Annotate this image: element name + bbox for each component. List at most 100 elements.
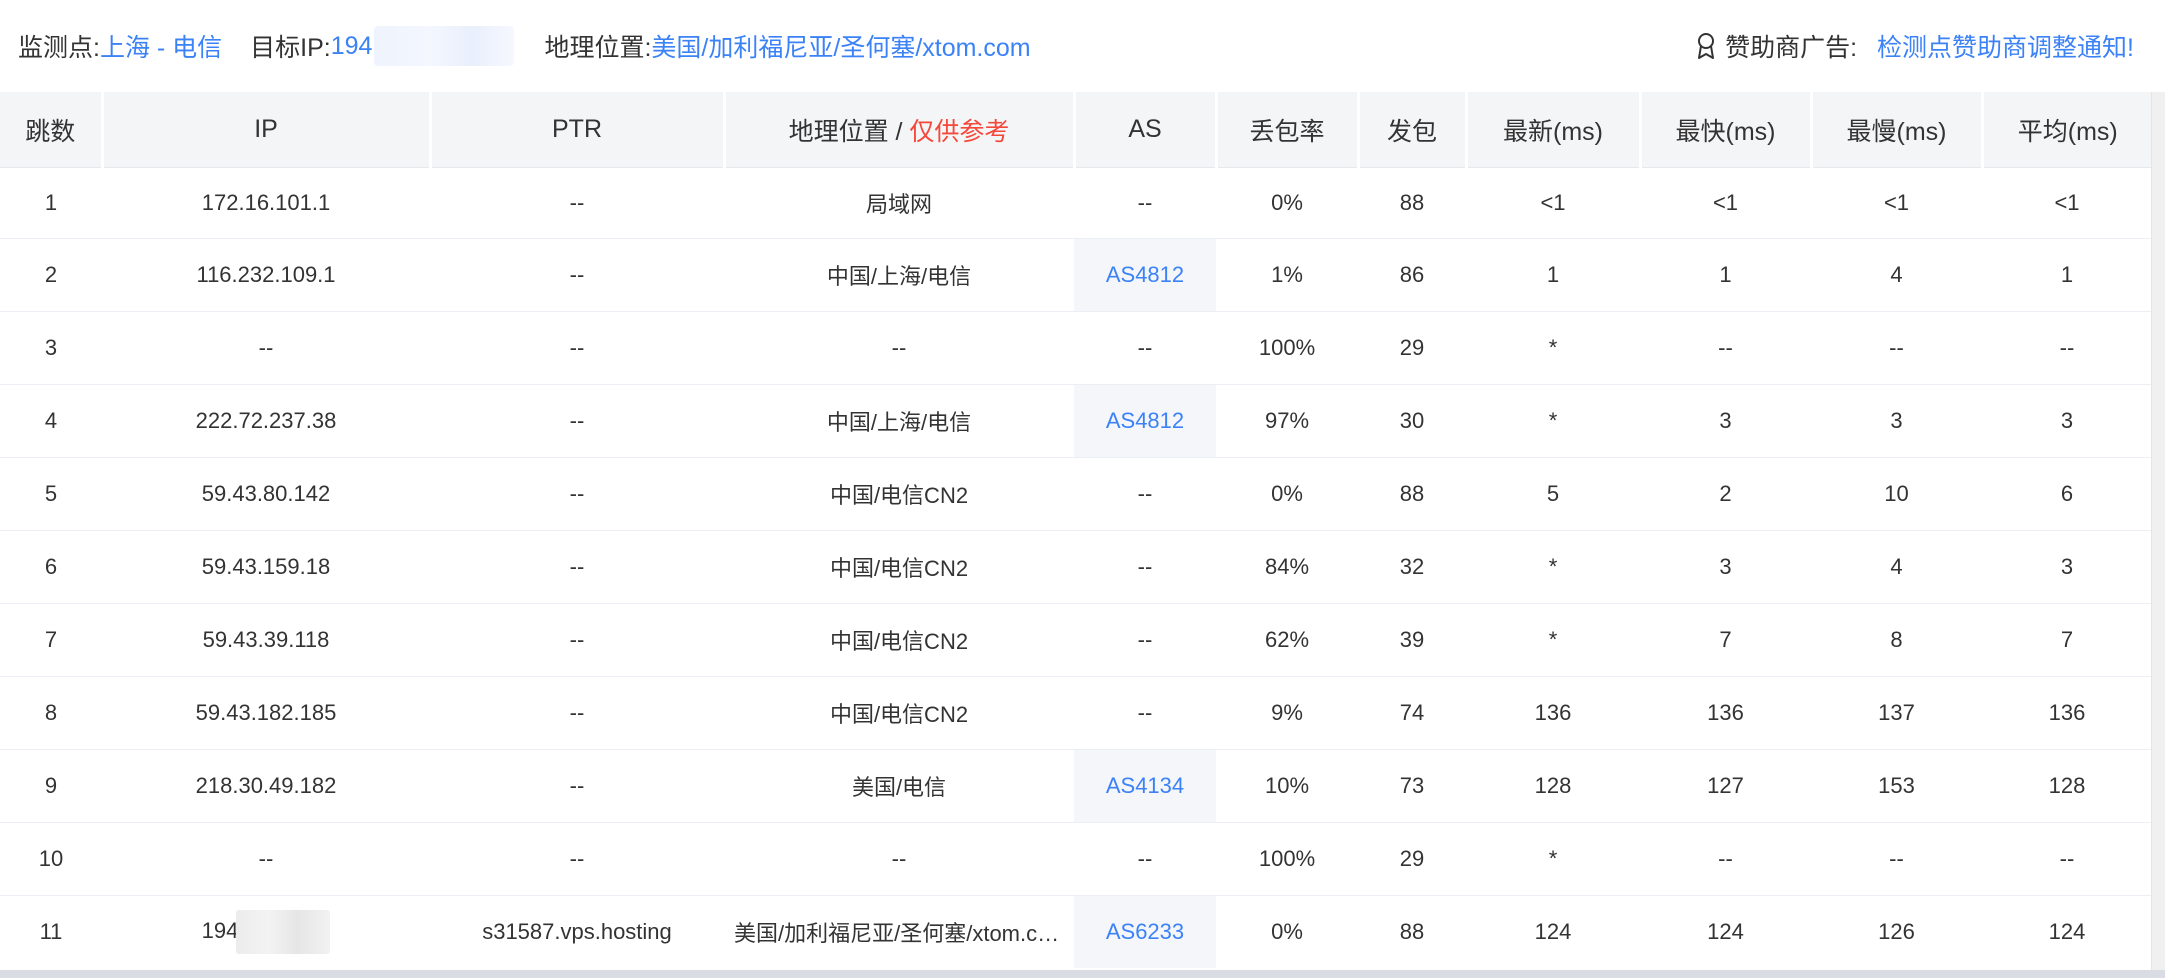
cell-ptr: -- bbox=[430, 457, 724, 531]
redacted-ip-blur bbox=[374, 26, 515, 66]
traceroute-table-container: 跳数 IP PTR 地理位置 / 仅供参考 AS 丢包率 发包 最新(ms) 最… bbox=[0, 92, 2152, 971]
cell-loss: 100% bbox=[1216, 311, 1358, 385]
cell-ptr: -- bbox=[430, 238, 724, 312]
vertical-scrollbar[interactable] bbox=[2151, 92, 2165, 970]
sponsor-label: 赞助商广告: bbox=[1725, 34, 1858, 62]
cell-worst: 4 bbox=[1811, 530, 1982, 604]
monitor-value-link[interactable]: 上海 - 电信 bbox=[100, 28, 222, 64]
cell-geo: 中国/上海/电信 bbox=[724, 384, 1074, 458]
cell-ptr: -- bbox=[430, 530, 724, 604]
table-row: 9 218.30.49.182 -- 美国/电信 AS4134 10% 73 1… bbox=[0, 749, 2152, 823]
geo-value-link[interactable]: 美国/加利福尼亚/圣何塞/xtom.com bbox=[651, 28, 1030, 64]
cell-avg: 6 bbox=[1982, 457, 2152, 531]
cell-geo: 中国/电信CN2 bbox=[724, 603, 1074, 677]
cell-last: * bbox=[1466, 311, 1640, 385]
cell-ip: 218.30.49.182 bbox=[102, 749, 430, 823]
col-ip: IP bbox=[102, 92, 432, 168]
cell-last: 1 bbox=[1466, 238, 1640, 312]
cell-worst: -- bbox=[1811, 311, 1982, 385]
cell-last: * bbox=[1466, 530, 1640, 604]
table-row: 8 59.43.182.185 -- 中国/电信CN2 -- 9% 74 136… bbox=[0, 676, 2152, 750]
cell-best: 2 bbox=[1640, 457, 1811, 531]
cell-loss: 97% bbox=[1216, 384, 1358, 458]
table-row: 7 59.43.39.118 -- 中国/电信CN2 -- 62% 39 * 7… bbox=[0, 603, 2152, 677]
traceroute-table: 跳数 IP PTR 地理位置 / 仅供参考 AS 丢包率 发包 最新(ms) 最… bbox=[0, 92, 2152, 968]
table-row: 1 172.16.101.1 -- 局域网 -- 0% 88 <1 <1 <1 … bbox=[0, 167, 2152, 239]
col-geo: 地理位置 / 仅供参考 bbox=[724, 92, 1076, 168]
cell-ptr: -- bbox=[430, 311, 724, 385]
cell-worst: 3 bbox=[1811, 384, 1982, 458]
cell-loss: 1% bbox=[1216, 238, 1358, 312]
cell-worst: 8 bbox=[1811, 603, 1982, 677]
cell-avg: -- bbox=[1982, 311, 2152, 385]
cell-worst: -- bbox=[1811, 822, 1982, 896]
cell-avg: 3 bbox=[1982, 384, 2152, 458]
cell-hop: 11 bbox=[39, 919, 63, 944]
cell-best: 1 bbox=[1640, 238, 1811, 312]
monitor-point: 监测点: 上海 - 电信 bbox=[18, 28, 222, 64]
cell-ip-text: 194 bbox=[201, 917, 239, 943]
cell-avg: 124 bbox=[2048, 919, 2086, 944]
cell-worst: 126 bbox=[1878, 919, 1915, 944]
cell-as-link[interactable]: AS6233 bbox=[1074, 895, 1216, 968]
cell-last: * bbox=[1466, 603, 1640, 677]
cell-ip: 59.43.39.118 bbox=[102, 603, 430, 677]
cell-geo: -- bbox=[724, 822, 1074, 896]
cell-ip: 59.43.182.185 bbox=[102, 676, 430, 750]
geo-label: 地理位置: bbox=[544, 34, 652, 62]
cell-sent: 30 bbox=[1358, 384, 1466, 458]
cell-geo: 中国/电信CN2 bbox=[724, 457, 1074, 531]
probe-info-bar: 监测点: 上海 - 电信 目标IP: 194 地理位置: 美国/加利福尼亚/圣何… bbox=[0, 0, 2152, 92]
cell-worst: <1 bbox=[1811, 167, 1982, 239]
cell-avg: 3 bbox=[1982, 530, 2152, 604]
cell-last: 124 bbox=[1534, 919, 1572, 944]
cell-last: 128 bbox=[1466, 749, 1640, 823]
cell-avg: 7 bbox=[1982, 603, 2152, 677]
table-header-row: 跳数 IP PTR 地理位置 / 仅供参考 AS 丢包率 发包 最新(ms) 最… bbox=[0, 92, 2152, 168]
cell-loss: 0% bbox=[1271, 919, 1303, 944]
sponsor-ad: 赞助商广告: 检测点赞助商调整通知! bbox=[1695, 0, 2134, 92]
redacted-ip-blur bbox=[236, 910, 331, 954]
cell-hop: 3 bbox=[0, 311, 102, 385]
horizontal-scrollbar[interactable] bbox=[0, 970, 2165, 978]
cell-sent: 73 bbox=[1358, 749, 1466, 823]
cell-best: -- bbox=[1640, 311, 1811, 385]
cell-hop: 6 bbox=[0, 530, 102, 604]
cell-last: * bbox=[1466, 822, 1640, 896]
cell-hop: 1 bbox=[0, 167, 102, 239]
cell-ip: 59.43.159.18 bbox=[102, 530, 430, 604]
cell-worst: 10 bbox=[1811, 457, 1982, 531]
cell-sent: 32 bbox=[1358, 530, 1466, 604]
cell-as: -- bbox=[1074, 676, 1216, 750]
col-geo-note: 仅供参考 bbox=[909, 117, 1010, 146]
table-row: 2 116.232.109.1 -- 中国/上海/电信 AS4812 1% 86… bbox=[0, 238, 2152, 312]
target-ip-label: 目标IP: bbox=[250, 34, 331, 62]
col-worst: 最慢(ms) bbox=[1811, 92, 1984, 168]
cell-sent: 29 bbox=[1358, 822, 1466, 896]
cell-hop: 10 bbox=[0, 822, 102, 896]
cell-geo: 中国/上海/电信 bbox=[724, 238, 1074, 312]
col-loss: 丢包率 bbox=[1216, 92, 1360, 168]
cell-sent: 74 bbox=[1358, 676, 1466, 750]
cell-best: 3 bbox=[1640, 384, 1811, 458]
cell-sent: 29 bbox=[1358, 311, 1466, 385]
cell-hop: 5 bbox=[0, 457, 102, 531]
col-best: 最快(ms) bbox=[1640, 92, 1813, 168]
cell-as-link[interactable]: AS4812 bbox=[1074, 238, 1216, 312]
cell-ip: 194 bbox=[102, 896, 430, 969]
col-avg: 平均(ms) bbox=[1982, 92, 2152, 168]
col-as: AS bbox=[1074, 92, 1218, 168]
target-ip: 目标IP: 194 bbox=[250, 26, 515, 66]
cell-ip: -- bbox=[102, 822, 430, 896]
col-ptr: PTR bbox=[430, 92, 726, 168]
cell-worst: 153 bbox=[1811, 749, 1982, 823]
cell-as-link[interactable]: AS4812 bbox=[1074, 384, 1216, 458]
cell-ptr: -- bbox=[430, 384, 724, 458]
col-hop: 跳数 bbox=[0, 92, 104, 168]
cell-avg: <1 bbox=[1982, 167, 2152, 239]
cell-sent: 88 bbox=[1399, 919, 1425, 944]
cell-as-link[interactable]: AS4134 bbox=[1074, 749, 1216, 823]
table-row: 4 222.72.237.38 -- 中国/上海/电信 AS4812 97% 3… bbox=[0, 384, 2152, 458]
cell-sent: 88 bbox=[1358, 167, 1466, 239]
sponsor-notice-link[interactable]: 检测点赞助商调整通知! bbox=[1877, 28, 2134, 64]
